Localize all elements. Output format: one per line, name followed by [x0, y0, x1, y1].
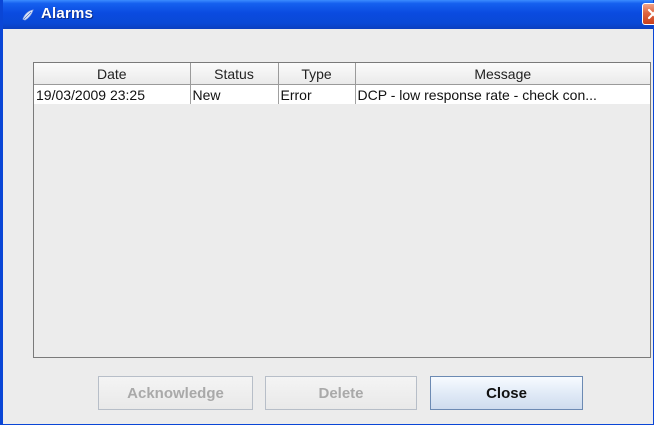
column-header-message[interactable]: Message [355, 63, 650, 85]
acknowledge-button[interactable]: Acknowledge [98, 376, 253, 410]
table-row[interactable]: 19/03/2009 23:25 New Error DCP - low res… [34, 84, 650, 104]
window-title: Alarms [41, 5, 94, 22]
table-header-row: Date Status Type Message [34, 63, 650, 85]
column-header-date[interactable]: Date [34, 63, 191, 85]
close-button[interactable]: Close [430, 376, 583, 410]
cell-message: DCP - low response rate - check con... [355, 84, 650, 104]
window-close-icon[interactable] [642, 3, 654, 25]
column-header-status[interactable]: Status [190, 63, 279, 85]
title-bar[interactable]: Alarms [3, 0, 654, 29]
alarms-grid: Date Status Type Message 19/03/2009 23:2… [34, 63, 650, 104]
delete-button[interactable]: Delete [265, 376, 417, 410]
app-icon [21, 7, 35, 21]
alarms-window: Alarms Date Status Type Message 19/03/20… [0, 0, 654, 425]
alarms-table[interactable]: Date Status Type Message 19/03/2009 23:2… [33, 62, 651, 358]
column-header-type[interactable]: Type [278, 63, 356, 85]
cell-type: Error [278, 84, 356, 104]
cell-status: New [190, 84, 279, 104]
cell-date: 19/03/2009 23:25 [34, 84, 191, 104]
